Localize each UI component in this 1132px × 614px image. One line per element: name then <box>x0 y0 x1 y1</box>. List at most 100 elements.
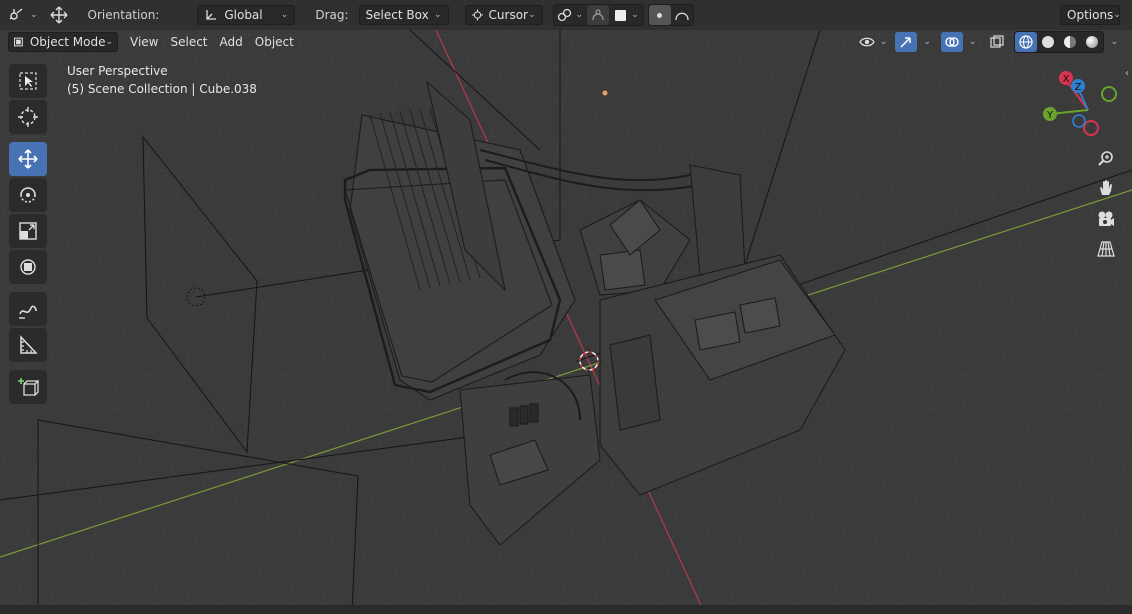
wireframe-sphere-icon <box>1019 34 1034 49</box>
object-mode-icon <box>14 37 23 46</box>
light-object[interactable] <box>602 90 608 96</box>
annotate-pen-icon <box>19 305 37 319</box>
gizmo-toggle-button[interactable] <box>895 31 918 52</box>
editor-type-button[interactable]: ⌄ <box>6 5 40 25</box>
transform-tool[interactable] <box>9 250 47 284</box>
pivot-point-dropdown[interactable]: Cursor ⌄ <box>464 5 543 25</box>
hand-icon <box>1100 180 1112 195</box>
gizmo-neg-z-handle[interactable] <box>1072 114 1086 128</box>
chevron-down-icon[interactable]: ⌄ <box>880 37 888 47</box>
orientation-label: Orientation: <box>87 8 160 22</box>
pivot-value: Cursor <box>488 8 528 22</box>
active-object-text: (5) Scene Collection | Cube.038 <box>67 82 257 96</box>
chevron-down-icon: ⌄ <box>527 10 536 20</box>
eye-icon <box>859 37 875 46</box>
shading-group <box>1014 30 1105 53</box>
snap-element-button[interactable] <box>609 5 631 25</box>
gizmo-arrow-icon <box>900 36 912 48</box>
drag-dropdown[interactable]: Select Box ⌄ <box>358 5 449 25</box>
tool-shelf <box>9 64 49 406</box>
rotate-icon <box>20 187 36 203</box>
gizmo-z-label: Z <box>1075 82 1082 93</box>
material-shading-button[interactable] <box>1059 32 1081 52</box>
cursor-icon <box>18 107 38 127</box>
add-cube-tool[interactable] <box>9 370 47 404</box>
mode-dropdown[interactable]: Object Mode ⌄ <box>8 31 118 52</box>
chevron-down-icon[interactable]: ⌄ <box>576 10 584 20</box>
chevron-down-icon[interactable]: ⌄ <box>631 10 639 20</box>
menu-object[interactable]: Object <box>249 32 300 52</box>
orientation-dropdown[interactable]: Global ⌄ <box>197 5 296 25</box>
chevron-down-icon: ⌄ <box>433 10 442 20</box>
chevron-down-icon: ⌄ <box>30 10 38 20</box>
mode-value: Object Mode <box>29 34 106 49</box>
perspective-grid-icon <box>1097 241 1115 257</box>
dot-icon <box>657 12 663 18</box>
solid-shading-button[interactable] <box>1037 32 1059 52</box>
proportional-edit-button[interactable] <box>587 5 610 25</box>
orientation-value: Global <box>224 8 263 22</box>
chevron-down-icon: ⌄ <box>105 36 113 47</box>
toggle-perspective-button[interactable] <box>1094 237 1118 261</box>
viewport-info-overlay: User Perspective (5) Scene Collection | … <box>67 62 257 98</box>
pivot-cursor-icon <box>471 9 483 21</box>
collapse-sidebar-arrow[interactable]: ‹ <box>1125 68 1129 79</box>
annotate-tool[interactable] <box>9 292 47 326</box>
navigation-gizmo-area: X Z Y ‹ <box>1032 64 1132 284</box>
gizmo-y-label: Y <box>1046 110 1054 121</box>
axis-gizmo[interactable]: X Z Y <box>1032 64 1132 144</box>
3d-viewport[interactable] <box>0 30 1132 614</box>
material-sphere-icon <box>1064 35 1077 48</box>
falloff-curve-icon <box>674 12 689 21</box>
rendered-sphere-icon <box>1086 35 1099 48</box>
ruler-icon <box>20 335 38 354</box>
select-box-icon <box>19 72 37 90</box>
visibility-button[interactable] <box>856 32 878 52</box>
view-perspective-text: User Perspective <box>67 64 168 78</box>
pan-button[interactable] <box>1094 176 1118 200</box>
measure-tool[interactable] <box>9 328 47 362</box>
zoom-button[interactable] <box>1094 147 1118 171</box>
cursor-tool[interactable] <box>9 100 47 134</box>
select-box-tool[interactable] <box>9 64 47 98</box>
viewport-editor-icon <box>9 8 23 20</box>
move-tool[interactable] <box>9 142 47 176</box>
viewport-header: Object Mode ⌄ View Select Add Object ⌄ ⌄… <box>0 30 1132 53</box>
chevron-down-icon: ⌄ <box>1113 10 1121 20</box>
transform-icon <box>20 259 36 275</box>
menu-view[interactable]: View <box>124 32 164 52</box>
tool-settings-header: ⌄ Orientation: Global ⌄ Drag: Select Box… <box>0 0 1132 30</box>
gizmo-neg-y-handle[interactable] <box>1101 86 1117 102</box>
move-arrows-icon <box>50 6 68 24</box>
options-dropdown[interactable]: Options ⌄ <box>1060 5 1121 25</box>
gizmo-neg-x-handle[interactable] <box>1083 120 1099 136</box>
chevron-down-icon[interactable]: ⌄ <box>969 37 977 47</box>
rotate-tool[interactable] <box>9 178 47 212</box>
transform-gizmo-button[interactable] <box>48 5 70 25</box>
proportional-group <box>647 4 694 26</box>
gizmo-x-label: X <box>1063 74 1070 85</box>
proportional-toggle-button[interactable] <box>648 5 671 25</box>
link-icon <box>557 8 571 22</box>
scale-tool[interactable] <box>9 214 47 248</box>
chevron-down-icon[interactable]: ⌄ <box>923 37 931 47</box>
falloff-button[interactable] <box>671 5 693 25</box>
overlays-toggle-button[interactable] <box>940 31 963 52</box>
solid-sphere-icon <box>1042 35 1055 48</box>
menu-select[interactable]: Select <box>164 32 213 52</box>
menu-add[interactable]: Add <box>214 32 249 52</box>
move-icon <box>18 149 38 169</box>
xray-toggle-button[interactable] <box>986 32 1008 52</box>
chevron-down-icon[interactable]: ⌄ <box>1110 37 1118 47</box>
xray-icon <box>990 34 1005 48</box>
snap-square-icon <box>614 9 626 21</box>
transform-affect-button[interactable] <box>554 5 576 25</box>
camera-view-button[interactable] <box>1094 207 1118 231</box>
rendered-shading-button[interactable] <box>1081 32 1103 52</box>
drag-label: Drag: <box>315 8 349 22</box>
options-label: Options <box>1067 8 1114 22</box>
wireframe-shading-button[interactable] <box>1015 31 1038 52</box>
drag-value: Select Box <box>365 8 429 22</box>
axis-orientation-icon <box>206 10 217 20</box>
camera-icon <box>1098 211 1114 226</box>
